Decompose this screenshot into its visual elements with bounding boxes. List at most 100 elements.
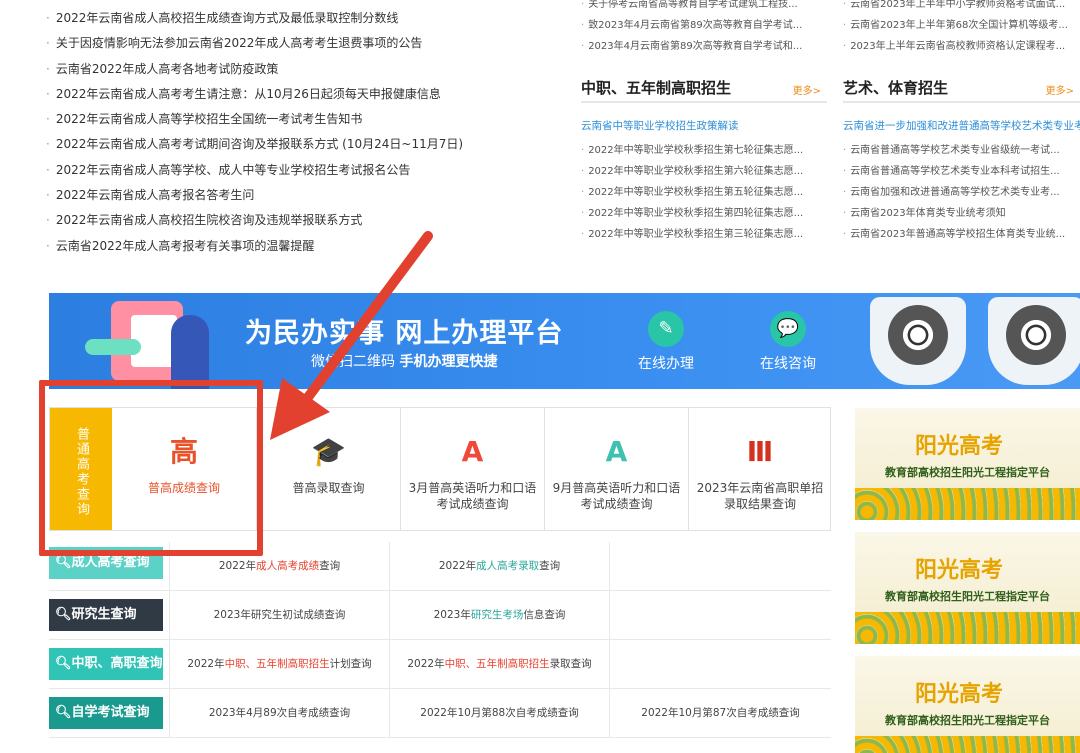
query-label: 9月普高英语听力和口语考试成绩查询: [552, 481, 681, 511]
query-label: 普高录取查询: [292, 481, 365, 495]
cloud-illustration-icon: [85, 339, 141, 355]
news-link[interactable]: 2022年中等职业学校秋季招生第七轮征集志愿...: [581, 140, 827, 161]
query-row-graduate: 🔍︎研究生查询 2023年研究生初试成绩查询 2023年研究生考场信息查询: [49, 591, 831, 640]
sunshine-gaokao-ad[interactable]: 阳光高考 教育部高校招生阳光工程指定平台: [855, 656, 1080, 753]
news-link[interactable]: 云南省2023年普通高等学校招生体育类专业统...: [843, 224, 1080, 245]
query-link[interactable]: [609, 542, 831, 590]
row-tag: 🔍︎中职、高职查询: [49, 648, 163, 680]
section-featured-link[interactable]: 云南省中等职业学校招生政策解读: [581, 118, 827, 133]
more-link[interactable]: 更多>: [793, 82, 821, 97]
news-link[interactable]: 云南省2023年体育类专业统考须知: [843, 203, 1080, 224]
link-highlight: 中职、五年制高职招生: [224, 658, 330, 670]
query-row-vocational: 🔍︎中职、高职查询 2022年中职、五年制高职招生计划查询 2022年中职、五年…: [49, 640, 831, 689]
link-text: 2023年研究生初试成绩查询: [213, 609, 346, 621]
query-link[interactable]: [609, 640, 831, 688]
link-text: 2022年: [187, 658, 225, 670]
news-link[interactable]: 2022年云南省成人高等学校招生全国统一考试考生告知书: [46, 107, 566, 132]
news-link[interactable]: 2022年中等职业学校秋季招生第四轮征集志愿...: [581, 203, 827, 224]
qr-code-icon: [1006, 305, 1066, 365]
search-icon: 🔍︎: [55, 656, 72, 671]
news-link[interactable]: 2022年云南省成人高校招生成绩查询方式及最低录取控制分数线: [46, 6, 566, 31]
link-text: 2023年4月89次自考成绩查询: [208, 707, 351, 719]
link-text: 查询: [539, 560, 561, 572]
news-link[interactable]: 云南省2023年上半年第68次全国计算机等级考...: [843, 15, 1080, 36]
online-handle-label: 在线办理: [638, 356, 694, 372]
query-row-self-study: 🔍︎自学考试查询 2023年4月89次自考成绩查询 2022年10月第88次自考…: [49, 689, 831, 738]
art-sports-list: 云南省普通高等学校艺术类专业省级统一考试... 云南省普通高等学校艺术类专业本科…: [843, 140, 1080, 245]
qr-code-icon: [888, 305, 948, 365]
qr-code: [870, 297, 966, 385]
news-link[interactable]: 2022年云南省成人高考考试期间咨询及举报联系方式 (10月24日~11月7日): [46, 132, 566, 157]
query-link[interactable]: 2022年成人高考录取查询: [389, 542, 609, 590]
search-icon: 🔍︎: [55, 555, 72, 570]
institution-icon: Ⅲ: [746, 435, 774, 468]
row-tag-label: 中职、高职查询: [71, 656, 163, 671]
sunshine-gaokao-ad[interactable]: 阳光高考 教育部高校招生阳光工程指定平台: [855, 532, 1080, 644]
link-highlight: 成人高考录取: [476, 560, 540, 572]
query-link[interactable]: 2023年4月89次自考成绩查询: [169, 689, 389, 737]
annotation-highlight-box: [39, 380, 263, 556]
query-link[interactable]: 2023年研究生初试成绩查询: [169, 591, 389, 639]
ad-subtitle: 教育部高校招生阳光工程指定平台: [885, 466, 1050, 479]
online-consult-button[interactable]: 💬 在线咨询: [748, 311, 828, 373]
link-text: 2022年: [407, 658, 445, 670]
query-link[interactable]: [609, 591, 831, 639]
link-highlight: 成人高考成绩: [256, 560, 320, 572]
news-link[interactable]: 2022年云南省成人高考报名答考生问: [46, 183, 566, 208]
news-list: 2022年云南省成人高校招生成绩查询方式及最低录取控制分数线 关于因疫情影响无法…: [46, 6, 566, 259]
query-link[interactable]: 2022年10月第88次自考成绩查询: [389, 689, 609, 737]
online-handle-button[interactable]: ✎ 在线办理: [626, 311, 706, 373]
news-link[interactable]: 云南省加强和改进普通高等学校艺术类专业考...: [843, 182, 1080, 203]
person-illustration-icon: [171, 315, 209, 389]
query-label: 2023年云南省高职单招录取结果查询: [696, 481, 824, 511]
row-tag: 🔍︎研究生查询: [49, 599, 163, 631]
english-a-icon: A: [605, 435, 628, 468]
section-title: 艺术、体育招生: [843, 79, 949, 97]
news-link[interactable]: 云南省普通高等学校艺术类专业省级统一考试...: [843, 140, 1080, 161]
news-link[interactable]: 2022年云南省成人高等学校、成人中等专业学校招生考试报名公告: [46, 158, 566, 183]
right-top-list: 云南省2023年上半年中小学教师资格考试面试... 云南省2023年上半年第68…: [843, 0, 1080, 57]
link-text: 2022年: [218, 560, 257, 572]
sunflower-icon: [855, 612, 1080, 644]
sunshine-gaokao-ad[interactable]: 阳光高考 教育部高校招生阳光工程指定平台: [855, 408, 1080, 520]
news-link[interactable]: 2023年4月云南省第89次高等教育自学考试和...: [581, 36, 831, 57]
news-link[interactable]: 致2023年4月云南省第89次高等教育自学考试...: [581, 15, 831, 36]
news-link[interactable]: 关于因疫情影响无法参加云南省2022年成人高考考生退费事项的公告: [46, 31, 566, 56]
news-link[interactable]: 2022年云南省成人高考考生请注意：从10月26日起须每天申报健康信息: [46, 82, 566, 107]
vocational-list: 2022年中等职业学校秋季招生第七轮征集志愿... 2022年中等职业学校秋季招…: [581, 140, 827, 245]
news-link[interactable]: 2022年中等职业学校秋季招生第三轮征集志愿...: [581, 224, 827, 245]
link-text: 查询: [319, 560, 341, 572]
online-consult-label: 在线咨询: [760, 356, 816, 372]
link-text: 2023年: [433, 609, 471, 621]
row-tag: 🔍︎自学考试查询: [49, 697, 163, 729]
news-link[interactable]: 云南省普通高等学校艺术类专业本科考试招生...: [843, 161, 1080, 182]
news-link[interactable]: 2023年上半年云南省高校教师资格认定课程考...: [843, 36, 1080, 57]
news-link[interactable]: 云南省2023年上半年中小学教师资格考试面试...: [843, 0, 1080, 15]
news-link[interactable]: 2022年中等职业学校秋季招生第六轮征集志愿...: [581, 161, 827, 182]
link-text: 2022年: [438, 560, 477, 572]
query-link[interactable]: 2023年研究生考场信息查询: [389, 591, 609, 639]
news-link[interactable]: 关于停考云南省高等教育自学考试建筑工程技...: [581, 0, 831, 15]
row-tag-label: 研究生查询: [71, 607, 137, 622]
search-icon: 🔍︎: [55, 607, 72, 622]
query-link[interactable]: 2022年中职、五年制高职招生录取查询: [389, 640, 609, 688]
link-text: 信息查询: [523, 609, 566, 621]
sunflower-icon: [855, 488, 1080, 520]
section-header-art-sports: 艺术、体育招生 更多>: [843, 75, 1080, 103]
query-link[interactable]: 2022年中职、五年制高职招生计划查询: [169, 640, 389, 688]
search-icon: 🔍︎: [55, 705, 72, 720]
news-link[interactable]: 2022年中等职业学校秋季招生第五轮征集志愿...: [581, 182, 827, 203]
section-featured-link[interactable]: 云南省进一步加强和改进普通高等学校艺术类专业考: [843, 118, 1080, 133]
link-text: 2022年10月第88次自考成绩查询: [420, 707, 579, 719]
news-link[interactable]: 云南省2022年成人高考各地考试防疫政策: [46, 57, 566, 82]
vocational-admission-query-button[interactable]: Ⅲ 2023年云南省高职单招录取结果查询: [688, 408, 831, 530]
online-service-banner: 为民办实事 网上办理平台 微信扫二维码 手机办理更快捷 ✎ 在线办理 💬 在线咨…: [49, 293, 1080, 389]
september-english-query-button[interactable]: A 9月普高英语听力和口语考试成绩查询: [544, 408, 688, 530]
mid-top-list: 关于停考云南省高等教育自学考试建筑工程技... 致2023年4月云南省第89次高…: [581, 0, 831, 57]
row-tag-label: 自学考试查询: [71, 705, 150, 720]
ad-subtitle: 教育部高校招生阳光工程指定平台: [885, 590, 1050, 603]
more-link[interactable]: 更多>: [1046, 82, 1074, 97]
query-link[interactable]: 2022年10月第87次自考成绩查询: [609, 689, 831, 737]
sunflower-icon: [855, 736, 1080, 753]
query-label: 3月普高英语听力和口语考试成绩查询: [408, 481, 537, 511]
